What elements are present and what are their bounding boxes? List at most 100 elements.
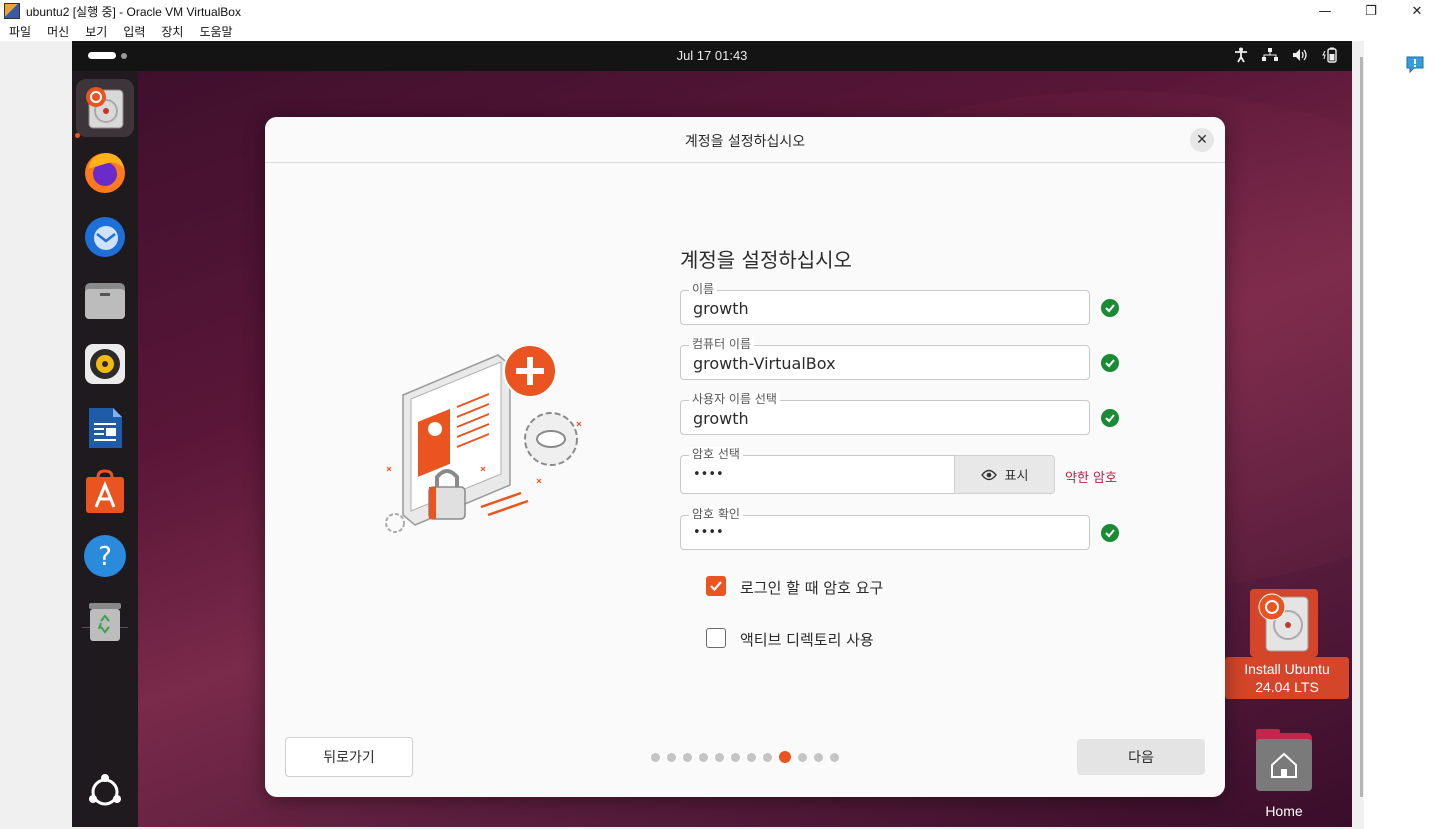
name-value: growth <box>693 299 749 318</box>
menu-machine[interactable]: 머신 <box>38 23 76 40</box>
dock: ? <box>72 71 138 827</box>
guest-screen: Jul 17 01:43 ? Install Ubuntu 24.04 LTS … <box>72 41 1352 827</box>
desktop-install-ubuntu[interactable]: Install Ubuntu 24.04 LTS <box>1225 589 1349 699</box>
progress-dot <box>667 752 676 762</box>
volume-icon[interactable] <box>1292 48 1308 62</box>
form-title: 계정을 설정하십시오 <box>680 248 852 272</box>
gnome-topbar: Jul 17 01:43 <box>72 41 1352 71</box>
computer-name-label: 컴퓨터 이름 <box>689 337 755 351</box>
show-apps-button[interactable] <box>76 763 134 821</box>
checkmark-icon <box>710 581 722 592</box>
progress-dot <box>763 752 772 762</box>
window-title: ubuntu2 [실행 중] - Oracle VM VirtualBox <box>26 4 241 19</box>
password-field[interactable]: 암호 선택 •••• <box>680 447 954 494</box>
files-icon <box>85 283 125 319</box>
maximize-button[interactable]: ❐ <box>1348 0 1394 22</box>
menu-input[interactable]: 입력 <box>114 23 152 40</box>
password-label: 암호 선택 <box>689 447 743 461</box>
thunderbird-icon <box>85 217 125 257</box>
password-confirm-label: 암호 확인 <box>689 507 743 521</box>
close-icon: ✕ <box>1196 132 1208 148</box>
progress-dots <box>651 751 839 763</box>
progress-dot <box>651 752 660 762</box>
progress-dot <box>683 752 692 762</box>
account-illustration <box>385 344 582 533</box>
dock-installer[interactable] <box>76 79 134 137</box>
virtualbox-icon <box>4 3 20 19</box>
name-label: 이름 <box>689 282 718 296</box>
battery-icon[interactable] <box>1322 47 1338 63</box>
computer-name-valid-icon <box>1101 354 1119 372</box>
require-password-checkbox[interactable] <box>706 576 726 596</box>
clock[interactable]: Jul 17 01:43 <box>72 48 1352 63</box>
rhythmbox-icon <box>85 344 125 384</box>
eye-icon <box>980 469 997 480</box>
progress-dot <box>747 752 756 762</box>
password-value: •••• <box>693 467 724 482</box>
help-icon: ? <box>84 535 126 577</box>
system-tray[interactable] <box>1234 47 1338 63</box>
host-side-pane <box>1364 41 1440 829</box>
desktop-install-label: Install Ubuntu 24.04 LTS <box>1225 657 1349 699</box>
back-button[interactable]: 뒤로가기 <box>285 737 413 777</box>
minimize-button[interactable]: — <box>1302 0 1348 22</box>
accessibility-icon[interactable] <box>1234 47 1248 63</box>
dock-files[interactable] <box>76 271 134 329</box>
active-directory-label[interactable]: 액티브 디렉토리 사용 <box>740 629 874 650</box>
dock-thunderbird[interactable] <box>76 207 134 265</box>
progress-dot <box>731 752 740 762</box>
install-label-line2: 24.04 LTS <box>1255 679 1319 695</box>
active-directory-checkbox[interactable] <box>706 628 726 648</box>
password-confirm-field[interactable]: 암호 확인 •••• <box>680 507 1090 550</box>
dock-rhythmbox[interactable] <box>76 335 134 393</box>
dock-help[interactable]: ? <box>76 527 134 585</box>
app-center-icon <box>86 469 124 513</box>
progress-dot <box>798 752 807 762</box>
menu-help[interactable]: 도움말 <box>190 23 239 40</box>
host-titlebar: ubuntu2 [실행 중] - Oracle VM VirtualBox — … <box>0 0 1440 22</box>
dock-trash[interactable] <box>76 593 134 651</box>
setup-dialog: 계정을 설정하십시오 ✕ 계정을 설정하십시오 이름 growth 컴퓨터 이름… <box>265 117 1225 797</box>
menu-devices[interactable]: 장치 <box>152 23 190 40</box>
password-confirm-value: •••• <box>693 525 724 540</box>
dialog-header: 계정을 설정하십시오 ✕ <box>265 117 1225 163</box>
dock-app-center[interactable] <box>76 463 134 521</box>
home-label: Home <box>1265 803 1303 819</box>
username-label: 사용자 이름 선택 <box>689 392 780 406</box>
desktop-home-folder[interactable]: Home <box>1242 725 1326 825</box>
home-folder-icon <box>1256 729 1312 791</box>
password-confirm-valid-icon <box>1101 524 1119 542</box>
dock-writer[interactable] <box>76 399 134 457</box>
dock-firefox[interactable] <box>76 143 134 201</box>
trash-icon <box>89 603 121 641</box>
next-button[interactable]: 다음 <box>1077 739 1205 775</box>
network-icon[interactable] <box>1262 48 1278 62</box>
ubuntu-logo-icon <box>89 774 121 806</box>
install-label-line1: Install Ubuntu <box>1244 661 1330 677</box>
installer-icon <box>86 87 124 129</box>
computer-name-field[interactable]: 컴퓨터 이름 growth-VirtualBox <box>680 337 1090 380</box>
writer-icon <box>89 408 122 448</box>
progress-dot-current <box>779 751 791 763</box>
notification-icon[interactable] <box>1405 55 1425 75</box>
close-button[interactable]: ✕ <box>1190 128 1214 152</box>
name-field[interactable]: 이름 growth <box>680 282 1090 325</box>
show-password-label: 표시 <box>1004 469 1029 484</box>
progress-dot <box>814 752 823 762</box>
host-scrollbar[interactable] <box>1360 57 1363 797</box>
show-password-button[interactable]: 표시 <box>954 455 1055 494</box>
menu-file[interactable]: 파일 <box>0 23 38 40</box>
close-window-button[interactable]: ✕ <box>1394 0 1440 22</box>
dialog-title: 계정을 설정하십시오 <box>684 134 806 150</box>
name-valid-icon <box>1101 299 1119 317</box>
password-strength: 약한 암호 <box>1065 471 1117 486</box>
running-indicator <box>75 133 80 138</box>
computer-name-value: growth-VirtualBox <box>693 354 836 373</box>
require-password-label[interactable]: 로그인 할 때 암호 요구 <box>740 577 883 598</box>
window-controls: — ❐ ✕ <box>1302 0 1440 22</box>
installer-icon <box>1258 593 1309 652</box>
username-value: growth <box>693 409 749 428</box>
username-field[interactable]: 사용자 이름 선택 growth <box>680 392 1090 435</box>
menu-view[interactable]: 보기 <box>76 23 114 40</box>
progress-dot <box>830 752 839 762</box>
